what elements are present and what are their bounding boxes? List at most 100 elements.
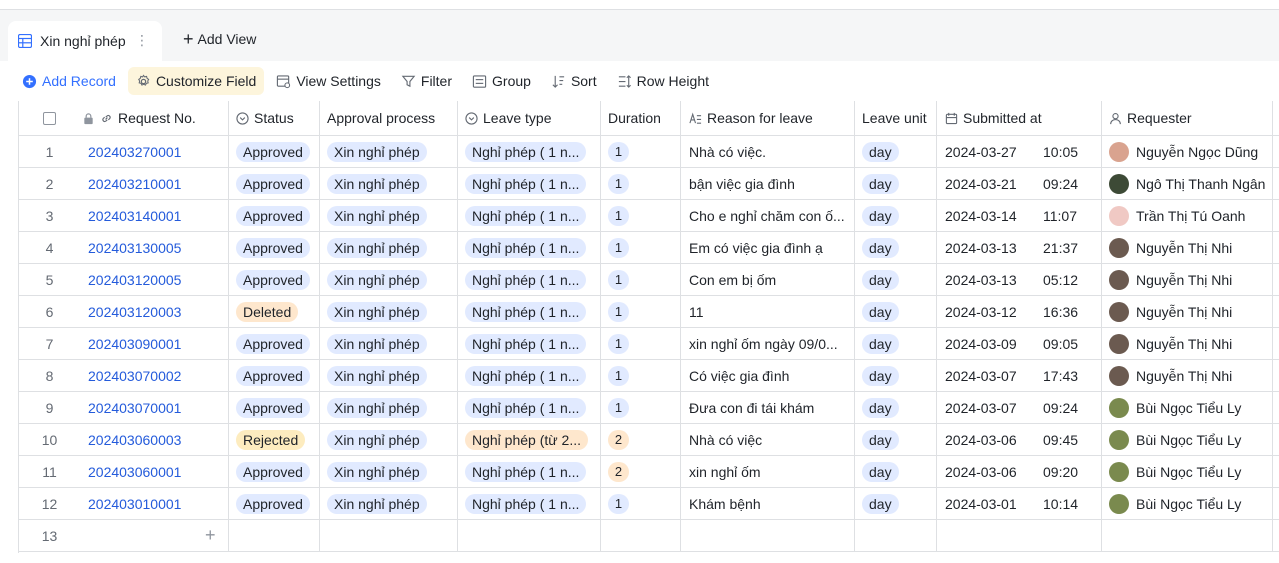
header-leave-type[interactable]: Leave type xyxy=(458,101,601,135)
request-no-link[interactable]: 202403120005 xyxy=(88,272,181,288)
leave-unit-cell[interactable]: day xyxy=(855,392,937,423)
header-leave-unit[interactable]: Leave unit xyxy=(855,101,937,135)
status-cell[interactable]: Approved xyxy=(229,328,320,359)
add-record-button[interactable]: Add Record xyxy=(14,67,124,95)
table-row[interactable]: 7 202403090001 Approved Xin nghỉ phép Nghỉ p… xyxy=(19,328,1279,360)
request-no-link[interactable]: 202403140001 xyxy=(88,208,181,224)
leave-unit-cell[interactable]: day xyxy=(855,296,937,327)
requester-cell[interactable]: Nguyễn Thị Nhi xyxy=(1102,296,1273,327)
approval-process-cell[interactable]: Xin nghỉ phép xyxy=(320,136,458,167)
duration-cell[interactable]: 2 xyxy=(601,456,681,487)
table-row[interactable]: 1 202403270001 Approved Xin nghỉ phép Nghỉ p… xyxy=(19,136,1279,168)
duration-cell[interactable]: 1 xyxy=(601,264,681,295)
select-all-cell[interactable] xyxy=(19,101,80,135)
request-no-cell[interactable]: 202403070002 xyxy=(80,360,229,391)
approval-process-cell[interactable]: Xin nghỉ phép xyxy=(320,456,458,487)
request-no-cell[interactable]: 202403060001 xyxy=(80,456,229,487)
request-no-cell[interactable]: 202403070001 xyxy=(80,392,229,423)
leave-unit-cell[interactable]: day xyxy=(855,232,937,263)
approval-process-cell[interactable]: Xin nghỉ phép xyxy=(320,200,458,231)
new-row[interactable]: 13 + xyxy=(19,520,1279,552)
requester-cell[interactable]: Nguyễn Ngọc Dũng xyxy=(1102,136,1273,167)
submitted-at-cell[interactable]: 2024-03-13 21:37 xyxy=(937,232,1102,263)
request-no-cell[interactable]: 202403090001 xyxy=(80,328,229,359)
header-status[interactable]: Status xyxy=(229,101,320,135)
customize-field-button[interactable]: Customize Field xyxy=(127,67,265,95)
avatar[interactable] xyxy=(1109,333,1129,354)
submitted-at-cell[interactable]: 2024-03-13 05:12 xyxy=(937,264,1102,295)
status-cell[interactable]: Approved xyxy=(229,136,320,167)
leave-unit-cell[interactable]: day xyxy=(855,328,937,359)
leave-type-cell[interactable]: Nghỉ phép ( 1 n... xyxy=(458,200,601,231)
row-height-button[interactable]: Row Height xyxy=(609,67,717,95)
empty-cell[interactable] xyxy=(601,520,681,551)
submitted-at-cell[interactable]: 2024-03-12 16:36 xyxy=(937,296,1102,327)
table-row[interactable]: 12 202403010001 Approved Xin nghỉ phép Nghỉ … xyxy=(19,488,1279,520)
empty-cell[interactable] xyxy=(80,520,229,551)
avatar[interactable] xyxy=(1109,237,1129,258)
request-no-link[interactable]: 202403090001 xyxy=(88,336,181,352)
empty-cell[interactable] xyxy=(855,520,937,551)
reason-cell[interactable]: Nhà có việc xyxy=(681,424,855,455)
duration-cell[interactable]: 1 xyxy=(601,328,681,359)
approval-process-cell[interactable]: Xin nghỉ phép xyxy=(320,264,458,295)
avatar[interactable] xyxy=(1109,429,1129,450)
table-row[interactable]: 5 202403120005 Approved Xin nghỉ phép Nghỉ p… xyxy=(19,264,1279,296)
empty-cell[interactable] xyxy=(681,520,855,551)
status-cell[interactable]: Deleted xyxy=(229,296,320,327)
requester-cell[interactable]: Bùi Ngọc Tiểu Ly xyxy=(1102,424,1273,455)
leave-unit-cell[interactable]: day xyxy=(855,488,937,519)
reason-cell[interactable]: xin nghỉ ốm xyxy=(681,456,855,487)
reason-cell[interactable]: 11 xyxy=(681,296,855,327)
duration-cell[interactable]: 1 xyxy=(601,200,681,231)
reason-cell[interactable]: Cho e nghỉ chăm con ố... xyxy=(681,200,855,231)
submitted-at-cell[interactable]: 2024-03-06 09:45 xyxy=(937,424,1102,455)
request-no-link[interactable]: 202403070001 xyxy=(88,400,181,416)
requester-cell[interactable]: Nguyễn Thị Nhi xyxy=(1102,360,1273,391)
leave-type-cell[interactable]: Nghỉ phép ( 1 n... xyxy=(458,296,601,327)
status-cell[interactable]: Approved xyxy=(229,488,320,519)
select-all-checkbox[interactable] xyxy=(43,111,56,125)
group-button[interactable]: Group xyxy=(464,67,539,95)
leave-type-cell[interactable]: Nghỉ phép ( 1 n... xyxy=(458,360,601,391)
request-no-cell[interactable]: 202403130005 xyxy=(80,232,229,263)
leave-type-cell[interactable]: Nghỉ phép (từ 2... xyxy=(458,424,601,455)
header-duration[interactable]: Duration xyxy=(601,101,681,135)
request-no-link[interactable]: 202403210001 xyxy=(88,176,181,192)
tab-xin-nghi-phep[interactable]: Xin nghỉ phép ⋮ xyxy=(8,21,162,61)
submitted-at-cell[interactable]: 2024-03-27 10:05 xyxy=(937,136,1102,167)
requester-cell[interactable]: Bùi Ngọc Tiểu Ly xyxy=(1102,456,1273,487)
leave-unit-cell[interactable]: day xyxy=(855,168,937,199)
duration-cell[interactable]: 1 xyxy=(601,488,681,519)
requester-cell[interactable]: Nguyễn Thị Nhi xyxy=(1102,232,1273,263)
avatar[interactable] xyxy=(1109,301,1129,322)
reason-cell[interactable]: Con em bị ốm xyxy=(681,264,855,295)
leave-unit-cell[interactable]: day xyxy=(855,200,937,231)
header-request-no[interactable]: Request No. xyxy=(80,101,229,135)
avatar[interactable] xyxy=(1109,173,1129,194)
duration-cell[interactable]: 1 xyxy=(601,168,681,199)
request-no-link[interactable]: 202403120003 xyxy=(88,304,181,320)
submitted-at-cell[interactable]: 2024-03-07 17:43 xyxy=(937,360,1102,391)
requester-cell[interactable]: Trần Thị Tú Oanh xyxy=(1102,200,1273,231)
table-row[interactable]: 4 202403130005 Approved Xin nghỉ phép Nghỉ p… xyxy=(19,232,1279,264)
approval-process-cell[interactable]: Xin nghỉ phép xyxy=(320,168,458,199)
leave-unit-cell[interactable]: day xyxy=(855,424,937,455)
approval-process-cell[interactable]: Xin nghỉ phép xyxy=(320,360,458,391)
submitted-at-cell[interactable]: 2024-03-01 10:14 xyxy=(937,488,1102,519)
submitted-at-cell[interactable]: 2024-03-14 11:07 xyxy=(937,200,1102,231)
request-no-link[interactable]: 202403270001 xyxy=(88,144,181,160)
requester-cell[interactable]: Bùi Ngọc Tiểu Ly xyxy=(1102,392,1273,423)
approval-process-cell[interactable]: Xin nghỉ phép xyxy=(320,424,458,455)
avatar[interactable] xyxy=(1109,269,1129,290)
table-row[interactable]: 9 202403070001 Approved Xin nghỉ phép Nghỉ p… xyxy=(19,392,1279,424)
leave-type-cell[interactable]: Nghỉ phép ( 1 n... xyxy=(458,168,601,199)
header-approval-process[interactable]: Approval process xyxy=(320,101,458,135)
status-cell[interactable]: Approved xyxy=(229,200,320,231)
avatar[interactable] xyxy=(1109,365,1129,386)
duration-cell[interactable]: 1 xyxy=(601,392,681,423)
status-cell[interactable]: Approved xyxy=(229,232,320,263)
requester-cell[interactable]: Nguyễn Thị Nhi xyxy=(1102,264,1273,295)
approval-process-cell[interactable]: Xin nghỉ phép xyxy=(320,296,458,327)
duration-cell[interactable]: 1 xyxy=(601,232,681,263)
